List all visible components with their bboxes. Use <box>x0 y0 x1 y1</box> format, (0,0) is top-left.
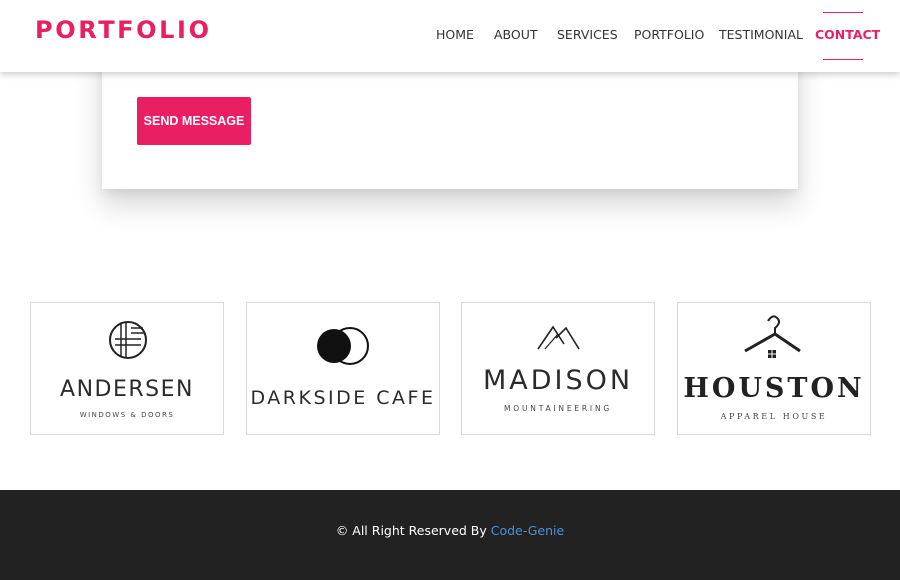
nav-testimonial[interactable]: TESTIMONIAL <box>719 26 803 44</box>
overlapping-circles-icon <box>317 327 369 365</box>
copyright-text: © All Right Reserved By Code-Genie <box>0 522 900 540</box>
main-nav: HOME ABOUT SERVICES PORTFOLIO TESTIMONIA… <box>0 0 900 72</box>
site-footer: © All Right Reserved By Code-Genie <box>0 490 900 580</box>
nav-about[interactable]: ABOUT <box>494 26 538 44</box>
client-logo-andersen: ANDERSEN WINDOWS & DOORS <box>30 302 224 435</box>
client-logo-madison: MADISON MOUNTAINEERING <box>461 302 655 435</box>
client-name: HOUSTON <box>683 373 865 404</box>
client-tagline: MOUNTAINEERING <box>504 404 612 413</box>
client-tagline: APPAREL HOUSE <box>720 412 828 421</box>
nav-services[interactable]: SERVICES <box>557 26 618 44</box>
nav-contact[interactable]: CONTACT <box>815 26 880 44</box>
footer-author-link[interactable]: Code-Genie <box>491 523 564 538</box>
client-tagline: WINDOWS & DOORS <box>79 411 175 419</box>
client-logo-darkside-cafe: DARKSIDE CAFE <box>246 302 440 435</box>
client-name: DARKSIDE CAFE <box>250 387 436 409</box>
client-logo-houston: HOUSTON APPAREL HOUSE <box>677 302 871 435</box>
nav-active-top-line <box>823 12 863 13</box>
site-header: PORTFOLIO HOME ABOUT SERVICES PORTFOLIO … <box>0 0 900 72</box>
copyright-label: © All Right Reserved By <box>335 523 491 538</box>
send-message-button[interactable]: SEND MESSAGE <box>137 97 251 145</box>
nav-home[interactable]: HOME <box>436 26 474 44</box>
nav-portfolio[interactable]: PORTFOLIO <box>634 26 704 44</box>
nav-active-bottom-line <box>823 59 863 60</box>
client-name: MADISON <box>482 365 634 396</box>
client-name: ANDERSEN <box>60 377 194 402</box>
